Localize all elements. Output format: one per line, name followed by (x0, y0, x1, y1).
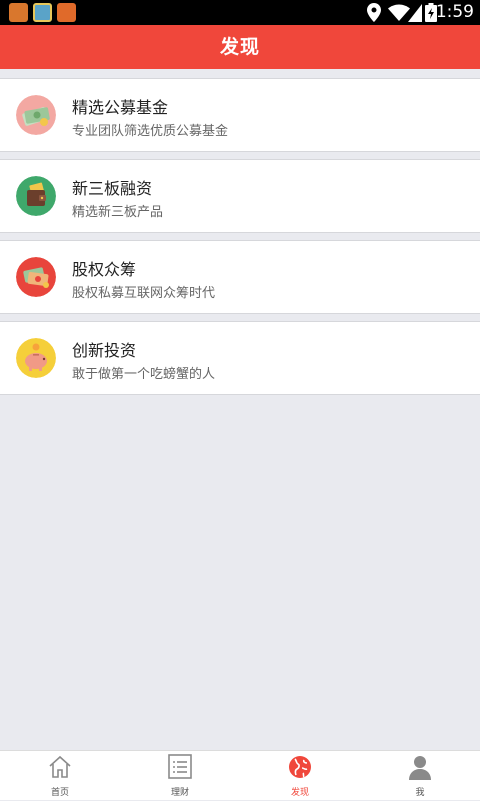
nav-me[interactable]: 我 (360, 751, 480, 801)
item-title: 精选公募基金 (72, 98, 169, 117)
list-item-new-third-board[interactable]: 新三板融资 精选新三板产品 (0, 159, 480, 233)
nav-finance[interactable]: 理财 (120, 751, 240, 801)
nav-label: 理财 (170, 788, 189, 798)
item-subtitle: 敢于做第一个吃螃蟹的人 (72, 367, 216, 382)
crowdfunding-icon (16, 257, 56, 297)
nav-label: 发现 (290, 788, 309, 798)
notification-app-icon (33, 3, 52, 22)
page-title: 发现 (219, 36, 260, 58)
discover-list: 精选公募基金 专业团队筛选优质公募基金 新三板融资 精选新三板产品 股权众筹 股… (0, 78, 480, 402)
bottom-nav: 首页 理财 发现 我 (0, 750, 480, 800)
piggy-bank-icon (16, 338, 56, 378)
nav-label: 首页 (50, 788, 69, 798)
nav-label: 我 (415, 788, 425, 798)
home-icon (49, 755, 71, 778)
signal-icon (408, 4, 422, 22)
status-bar: 1:59 (0, 0, 480, 25)
list-item-equity-crowdfunding[interactable]: 股权众筹 股权私募互联网众筹时代 (0, 240, 480, 314)
user-icon (409, 756, 431, 780)
item-subtitle: 股权私募互联网众筹时代 (72, 286, 216, 301)
list-item-public-fund[interactable]: 精选公募基金 专业团队筛选优质公募基金 (0, 78, 480, 152)
nav-home[interactable]: 首页 (0, 751, 120, 801)
nav-discover[interactable]: 发现 (240, 751, 360, 801)
item-subtitle: 专业团队筛选优质公募基金 (72, 124, 229, 139)
notification-app-icon (57, 3, 76, 22)
list-icon (168, 754, 192, 779)
item-title: 新三板融资 (72, 179, 153, 198)
globe-icon (289, 756, 311, 778)
notification-app-icon (9, 3, 28, 22)
item-subtitle: 精选新三板产品 (72, 205, 164, 220)
status-time: 1:59 (435, 2, 474, 22)
item-title: 创新投资 (72, 341, 137, 360)
money-stack-icon (16, 95, 56, 135)
wallet-icon (16, 176, 56, 216)
list-item-innovative-investment[interactable]: 创新投资 敢于做第一个吃螃蟹的人 (0, 321, 480, 395)
app-header: 发现 (0, 25, 480, 69)
location-icon (367, 3, 381, 22)
item-title: 股权众筹 (72, 260, 137, 279)
wifi-icon (388, 4, 410, 21)
